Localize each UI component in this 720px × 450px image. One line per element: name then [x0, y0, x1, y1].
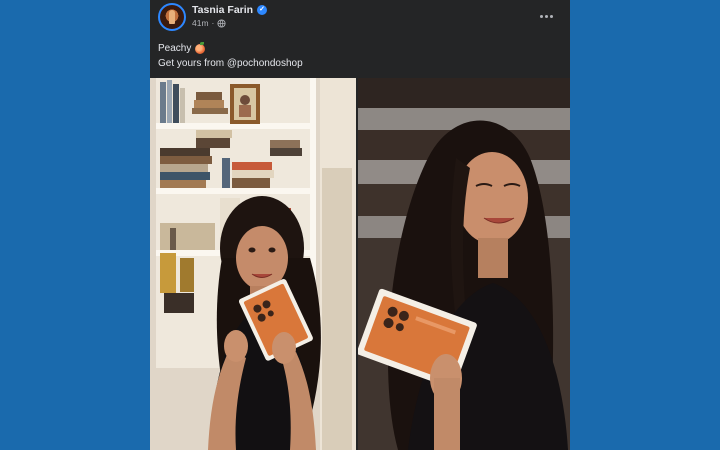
peach-emoji-icon	[195, 41, 206, 54]
verified-badge-icon: ✓	[257, 5, 268, 15]
post-meta: 41m ·	[192, 18, 226, 28]
post-caption: Peachy Get yours from @pochondoshop	[158, 41, 303, 71]
photo-grid	[150, 78, 570, 450]
caption-text-2: Get yours from @pochondoshop	[158, 58, 303, 69]
photo-left[interactable]	[150, 78, 356, 450]
post-timestamp[interactable]: 41m	[192, 18, 209, 28]
photo-right[interactable]	[358, 78, 570, 450]
meta-separator: ·	[211, 18, 215, 28]
caption-line-1: Peachy	[158, 41, 303, 56]
author-avatar[interactable]	[158, 3, 186, 31]
author-name[interactable]: Tasnia Farin	[192, 4, 253, 16]
post-header: Tasnia Farin ✓ 41m ·	[150, 0, 570, 36]
facebook-post: Tasnia Farin ✓ 41m · Peachy Get yours fr…	[150, 0, 570, 450]
more-options-icon[interactable]	[536, 8, 556, 24]
author-row: Tasnia Farin ✓	[192, 4, 268, 16]
globe-icon	[217, 18, 226, 28]
caption-line-2: Get yours from @pochondoshop	[158, 56, 303, 71]
caption-text-1: Peachy	[158, 43, 192, 54]
